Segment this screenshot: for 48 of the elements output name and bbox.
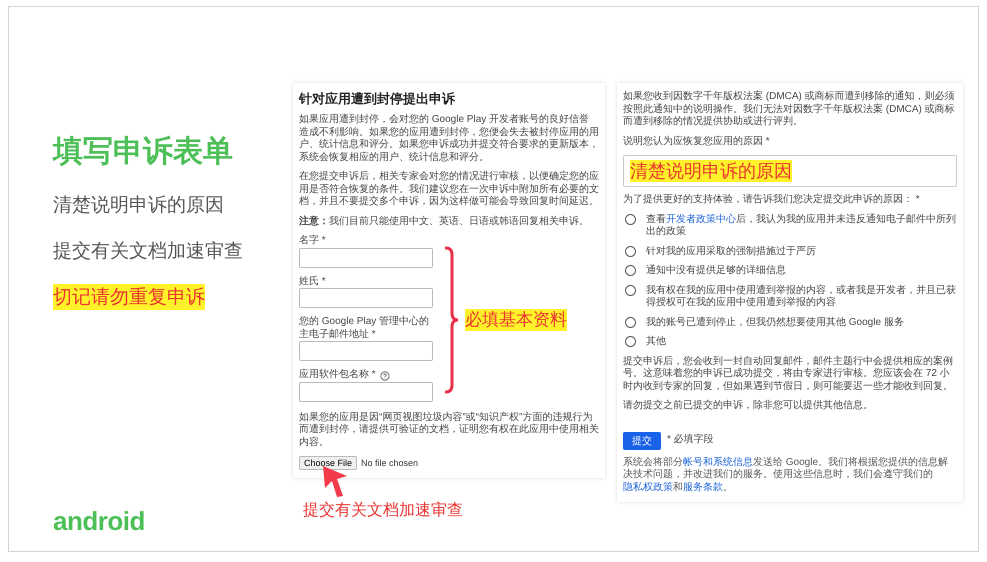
option-label: 我有权在我的应用中使用遭到举报的内容，或者我是开发者，并且已获得授权可在我的应用中使用遭到举报的内容: [646, 284, 957, 310]
paragraph: 请勿提交之前已提交的申诉，除非您可以提供其他信息。: [623, 400, 874, 412]
help-icon[interactable]: [380, 370, 390, 380]
field-label: 您的 Google Play 管理中心的主电子邮件地址 *: [299, 316, 430, 342]
field-label: 名字 *: [299, 235, 326, 248]
radio-button[interactable]: [625, 336, 636, 347]
radio-button[interactable]: [625, 214, 636, 224]
field-label: 姓氏 *: [299, 276, 326, 288]
required-note: * 必填字段: [667, 434, 714, 447]
option-label: 查看开发者政策中心后，我认为我的应用并未违反通知电子邮件中所列出的政策: [646, 214, 957, 238]
submit-button[interactable]: 提交: [623, 432, 661, 450]
link[interactable]: 隐私权政策: [623, 482, 673, 492]
slide-point: 提交有关文档加速审查: [53, 240, 243, 264]
radio-button[interactable]: [625, 284, 636, 296]
input-field[interactable]: [299, 382, 433, 402]
slide-point: 切记请勿重复申诉: [53, 284, 205, 310]
logo: android: [53, 506, 146, 537]
choose-file-button[interactable]: Choose File: [299, 456, 358, 470]
field-label: 说明您认为应恢复您应用的原因 *: [623, 136, 771, 148]
field-label: 应用软件包名称 *: [299, 369, 376, 382]
paragraph: 提交申诉后，您会收到一封自动回复邮件，邮件主题行中会提供相应的案例号。这意味着您的申诉已成功提交，将由专家进行审核。您应该会在 72 小时内收到专家的回复，但如果遇到节假日，则可能要迟一些才能收到回复。: [623, 356, 954, 393]
footer-text: 系统会将部分帐号和系统信息发送给 Google。我们将根据您提供的信息解决技术问题，并改进我们的服务。使用这些信息时，我们会遵守我们的 隐私权政策和服务条款。: [623, 456, 950, 494]
file-status: No file chosen: [361, 458, 418, 469]
radio-button[interactable]: [625, 316, 636, 328]
question-label: 为了提供更好的支持体验，请告诉我们您决定提交此申诉的原因： *: [623, 194, 921, 206]
paragraph: 注意：我们目前只能使用中文、英语、日语或韩语回复相关申诉。: [299, 216, 590, 228]
option-label: 我的账号已遭到停止，但我仍然想要使用其他 Google 服务: [646, 316, 904, 329]
link[interactable]: 开发者政策中心: [666, 214, 736, 224]
input-field[interactable]: [299, 341, 433, 362]
reason-field[interactable]: 清楚说明申诉的原因: [623, 155, 957, 187]
paragraph: 如果您收到因数字千年版权法案 (DMCA) 或商标而遭到移除的通知，则必须按照此通知中的说明操作。我们无法对因数字千年版权法案 (DMCA) 或商标而遭到移除的情况提供协助或进行评判。: [623, 91, 956, 128]
form-title: 针对应用遭到封停提出申诉: [299, 91, 456, 108]
input-field[interactable]: [299, 248, 433, 268]
link[interactable]: 服务条款: [683, 482, 723, 492]
paragraph: 如果应用遭到封停，会对您的 Google Play 开发者账号的良好信誉造成不利影响。如果您的应用遭到封停，您便会失去被封停应用的用户、统计信息和评分。如果您申诉成功并提交符合要求的更新版本，系统会恢复相应的用户、统计信息和评分。: [299, 114, 599, 164]
paragraph: 在您提交申诉后，相关专家会对您的情况进行审核，以便确定您的应用是否符合恢复的条件。我们建议您在一次申诉中附加所有必要的文档，并且不要提交多个申诉，因为这样做可能会导致回复时间延迟。: [299, 171, 599, 209]
slide-point: 清楚说明申诉的原因: [53, 194, 224, 218]
annotation: 提交有关文档加速审查: [302, 500, 464, 522]
option-label: 针对我的应用采取的强制措施过于严厉: [646, 246, 816, 258]
paragraph: 如果您的应用是因“网页视图垃圾内容”或“知识产权”方面的违规行为而遭到封停，请提供可验证的文档，证明您有权在此应用中使用相关内容。: [299, 412, 599, 450]
radio-button[interactable]: [625, 265, 636, 276]
annotation: 必填基本资料: [465, 309, 567, 331]
link[interactable]: 帐号和系统信息: [683, 456, 753, 468]
option-label: 其他: [646, 336, 666, 348]
input-field[interactable]: [299, 288, 433, 308]
slide-title: 填写申诉表单: [53, 134, 234, 170]
option-label: 通知中没有提供足够的详细信息: [646, 265, 786, 278]
radio-button[interactable]: [625, 246, 636, 256]
